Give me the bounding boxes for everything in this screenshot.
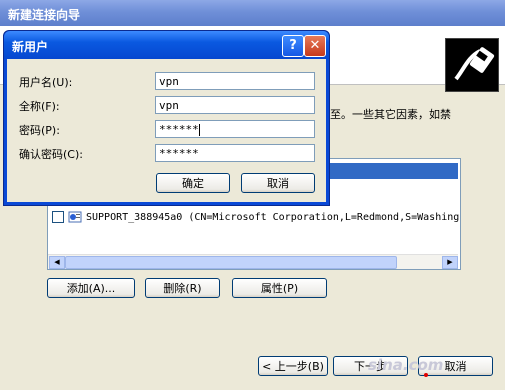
wizard-titlebar: 新建连接向导 — [0, 0, 505, 26]
fullname-label: 全称(F): — [19, 100, 60, 113]
confirm-password-field[interactable]: ****** — [155, 144, 315, 162]
back-button[interactable]: < 上一步(B) — [258, 356, 328, 376]
confirm-password-label: 确认密码(C): — [19, 148, 83, 161]
watermark-logo: sina.com — [368, 356, 444, 374]
dialog-titlebar: 新用户 ? ✕ — [4, 31, 329, 59]
list-item-label: SUPPORT_388945a0 (CN=Microsoft Corporati… — [86, 212, 460, 223]
horizontal-scrollbar[interactable]: ◀ ▶ — [48, 254, 458, 269]
password-field[interactable]: ****** — [155, 120, 315, 138]
password-value: ****** — [159, 123, 199, 136]
scroll-thumb[interactable] — [65, 256, 397, 269]
username-label: 用户名(U): — [19, 76, 73, 89]
dialog-title: 新用户 — [12, 40, 49, 54]
network-cable-icon — [445, 38, 499, 92]
text-caret — [198, 124, 200, 136]
watermark-dot — [424, 373, 428, 377]
wizard-description-text: 至。一些其它因素，如禁 — [330, 108, 451, 121]
wizard-title: 新建连接向导 — [8, 8, 81, 22]
password-label: 密码(P): — [19, 124, 60, 137]
row-checkbox[interactable] — [52, 211, 64, 223]
fullname-field[interactable]: vpn — [155, 96, 315, 114]
new-user-dialog: 新用户 ? ✕ 用户名(U): vpn 全称(F): vpn 密码(P): **… — [3, 30, 330, 206]
properties-button[interactable]: 属性(P) — [232, 278, 327, 298]
dialog-client-area: 用户名(U): vpn 全称(F): vpn 密码(P): ****** 确认密… — [7, 59, 326, 202]
add-button[interactable]: 添加(A)... — [47, 278, 135, 298]
ok-button[interactable]: 确定 — [156, 173, 230, 193]
dialog-cancel-button[interactable]: 取消 — [241, 173, 315, 193]
list-item[interactable]: SUPPORT_388945a0 (CN=Microsoft Corporati… — [52, 211, 459, 223]
delete-button[interactable]: 删除(R) — [145, 278, 220, 298]
close-icon[interactable]: ✕ — [304, 35, 326, 57]
certificate-icon — [68, 211, 82, 223]
username-field[interactable]: vpn — [155, 72, 315, 90]
scroll-left-arrow-icon[interactable]: ◀ — [49, 256, 65, 269]
scroll-right-arrow-icon[interactable]: ▶ — [442, 256, 458, 269]
help-icon[interactable]: ? — [282, 35, 304, 57]
